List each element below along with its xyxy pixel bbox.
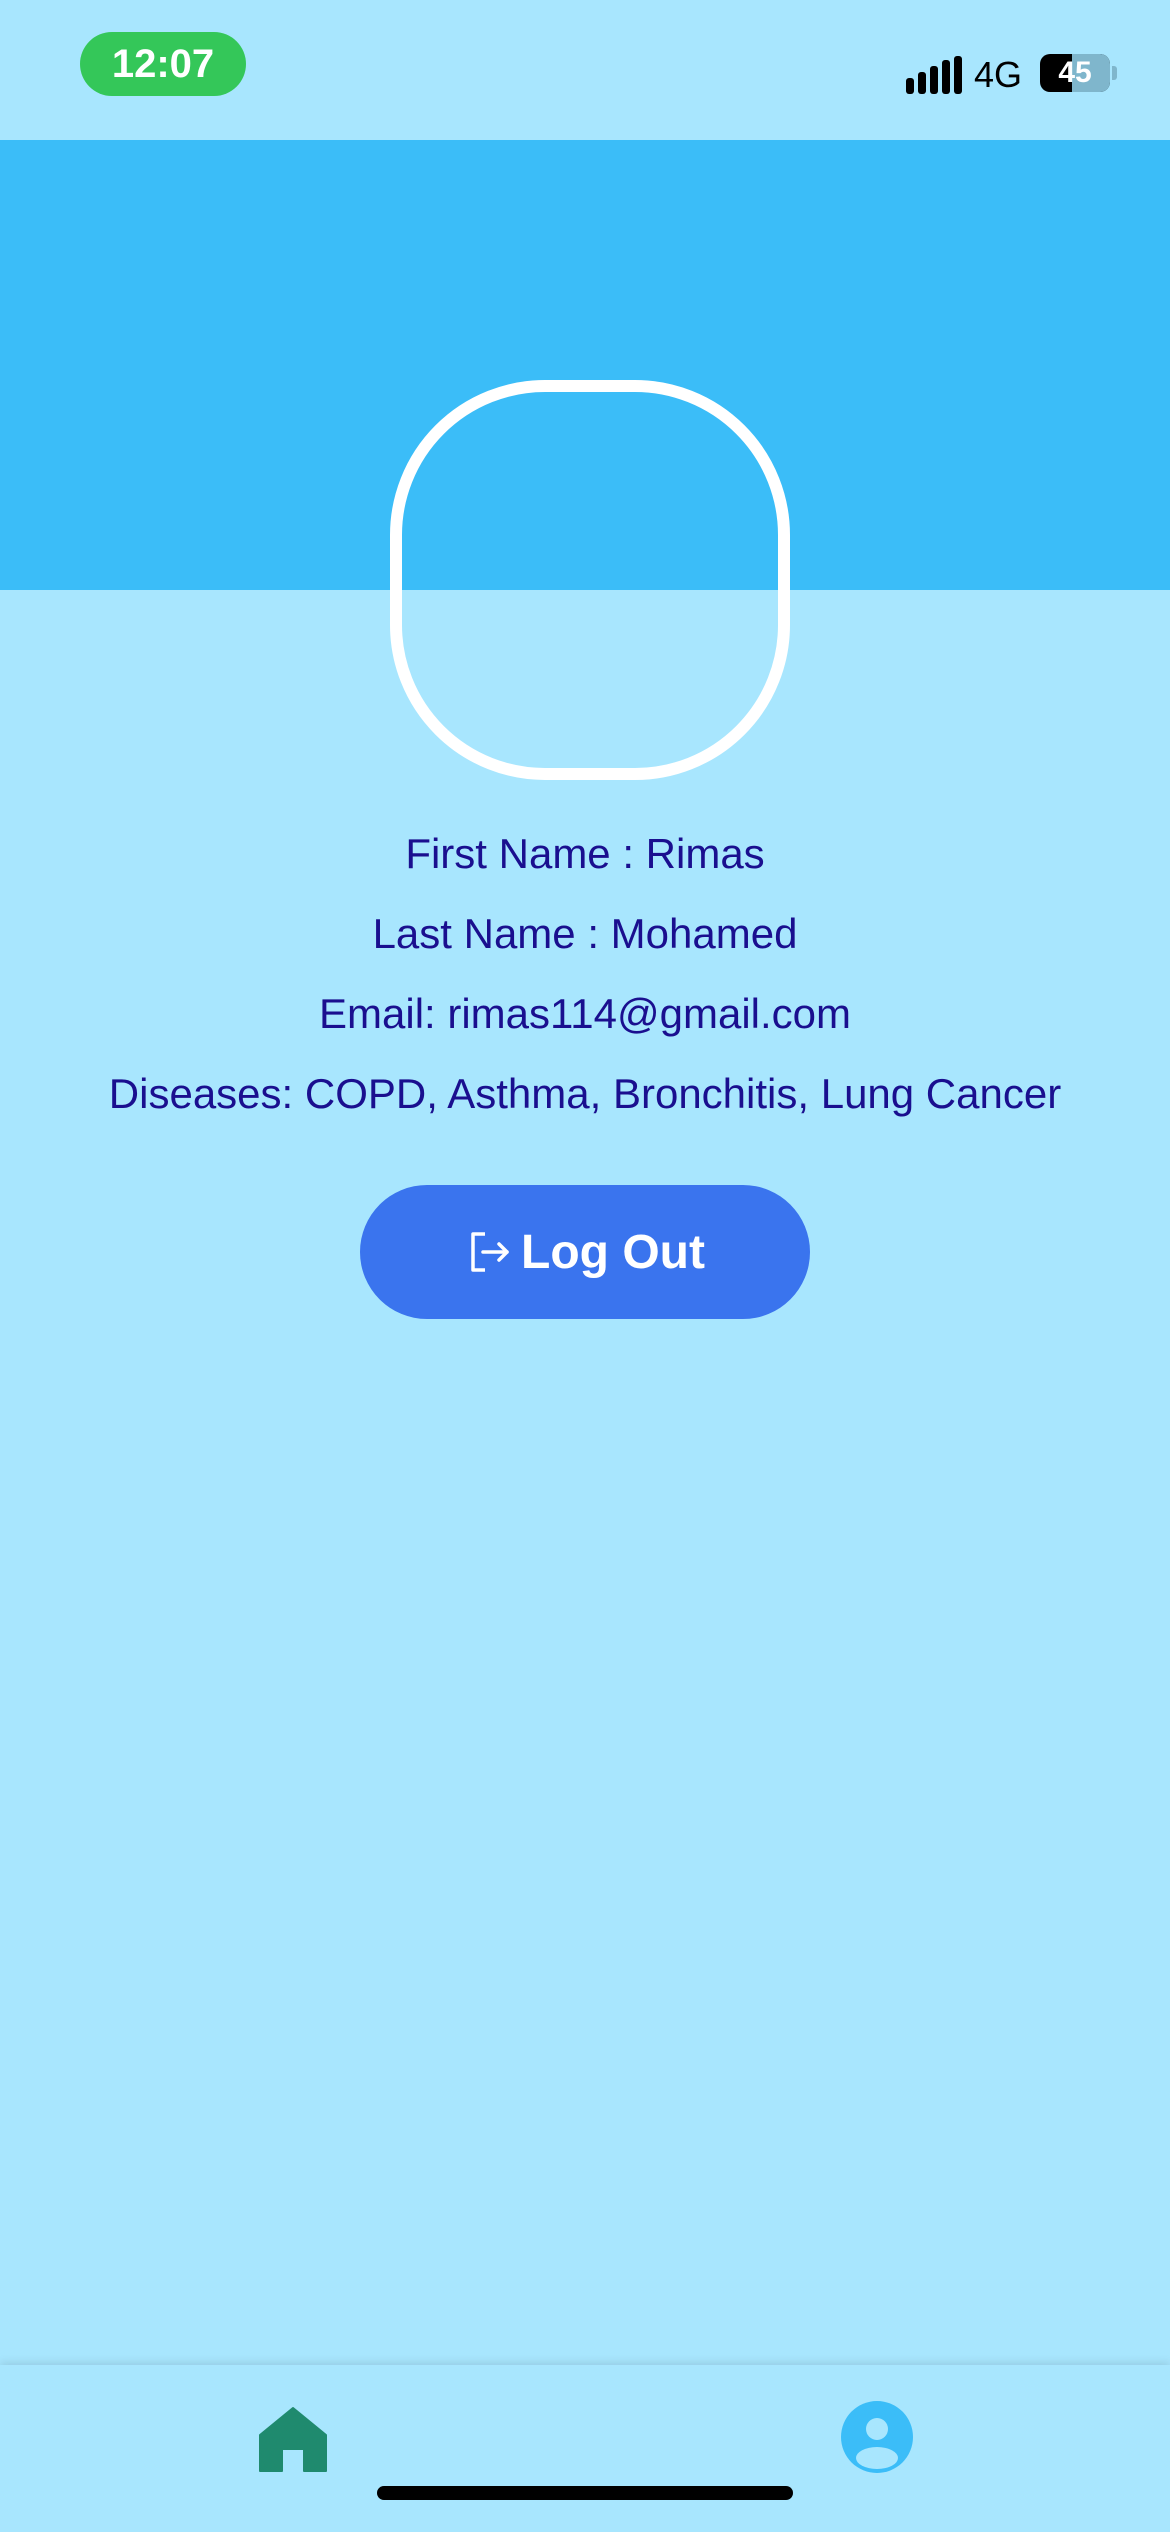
diseases-text: Diseases: COPD, Asthma, Bronchitis, Lung… bbox=[108, 1070, 1062, 1117]
home-indicator bbox=[377, 2486, 793, 2500]
network-type: 4G bbox=[974, 54, 1023, 95]
logout-label: Log Out bbox=[521, 1225, 705, 1279]
logout-icon bbox=[471, 1232, 509, 1272]
email-text: Email: rimas114@gmail.com bbox=[319, 990, 851, 1037]
cellular-signal-icon bbox=[906, 56, 962, 94]
tab-bar bbox=[0, 2365, 1170, 2532]
battery-tip bbox=[1112, 66, 1117, 80]
status-bar: 12:07 4G 45 bbox=[0, 0, 1170, 140]
first-name-text: First Name : Rimas bbox=[405, 830, 765, 877]
battery-level: 45 bbox=[1058, 56, 1092, 89]
profile-icon[interactable] bbox=[840, 2400, 914, 2474]
logout-button[interactable]: Log Out bbox=[360, 1185, 810, 1319]
home-icon[interactable] bbox=[258, 2405, 328, 2475]
avatar bbox=[390, 380, 790, 780]
battery-icon: 45 bbox=[1040, 54, 1110, 92]
status-time: 12:07 bbox=[80, 32, 246, 96]
last-name-text: Last Name : Mohamed bbox=[372, 910, 798, 957]
